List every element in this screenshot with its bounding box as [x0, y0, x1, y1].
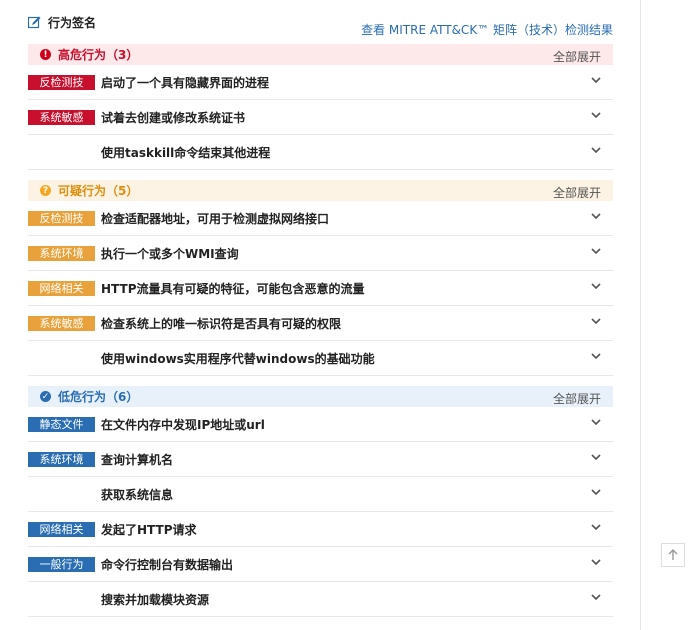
- chevron-down-icon[interactable]: [591, 77, 601, 84]
- category-tag: 反检测技: [28, 210, 95, 226]
- section-title: 高危行为（3）: [58, 48, 139, 62]
- behavior-text: 执行一个或多个WMI查询: [101, 246, 239, 261]
- right-divider: [640, 0, 641, 630]
- behavior-row[interactable]: 使用taskkill命令结束其他进程: [28, 135, 613, 170]
- high-risk-section: ! 高危行为（3） 全部展开 反检测技 启动了一个具有隐藏界面的进程 系统敏感 …: [28, 44, 613, 170]
- question-icon: ?: [40, 185, 51, 196]
- category-tag: 反检测技: [28, 74, 95, 90]
- behavior-text: 发起了HTTP请求: [101, 522, 197, 537]
- chevron-down-icon[interactable]: [591, 318, 601, 325]
- panel-header: 行为签名 查看 MITRE ATT&CK™ 矩阵（技术）检测结果: [28, 8, 613, 44]
- check-circle-icon: ✓: [40, 391, 51, 402]
- behavior-text: 搜索并加载模块资源: [101, 592, 210, 607]
- alert-icon: !: [40, 49, 51, 60]
- expand-all-button[interactable]: 全部展开: [553, 184, 601, 201]
- behavior-row[interactable]: 使用windows实用程序代替windows的基础功能: [28, 341, 613, 376]
- behavior-row[interactable]: 系统敏感 试着去创建或修改系统证书: [28, 100, 613, 135]
- chevron-down-icon[interactable]: [591, 248, 601, 255]
- chevron-down-icon[interactable]: [591, 353, 601, 360]
- mitre-attack-link[interactable]: 查看 MITRE ATT&CK™ 矩阵（技术）检测结果: [361, 21, 613, 38]
- back-to-top-button[interactable]: [661, 543, 685, 567]
- section-title: 低危行为（6）: [58, 390, 139, 404]
- behavior-row[interactable]: 系统环境 查询计算机名: [28, 442, 613, 477]
- behavior-row[interactable]: 获取系统信息: [28, 477, 613, 512]
- category-tag: 静态文件: [28, 416, 95, 432]
- category-tag: 系统敏感: [28, 315, 95, 331]
- behavior-text: 使用windows实用程序代替windows的基础功能: [101, 351, 375, 366]
- suspicious-header: ? 可疑行为（5） 全部展开: [28, 180, 613, 201]
- category-tag: 网络相关: [28, 521, 95, 537]
- category-tag: 一般行为: [28, 556, 95, 572]
- category-tag: 网络相关: [28, 280, 95, 296]
- chevron-down-icon[interactable]: [591, 524, 601, 531]
- edit-icon: [28, 16, 41, 29]
- behavior-text: 在文件内存中发现IP地址或url: [101, 417, 265, 432]
- behavior-text: 使用taskkill命令结束其他进程: [101, 145, 271, 160]
- chevron-down-icon[interactable]: [591, 112, 601, 119]
- low-risk-section: ✓ 低危行为（6） 全部展开 静态文件 在文件内存中发现IP地址或url 系统环…: [28, 386, 613, 617]
- panel-title-text: 行为签名: [48, 16, 97, 30]
- suspicious-section: ? 可疑行为（5） 全部展开 反检测技 检查适配器地址，可用于检测虚拟网络接口 …: [28, 180, 613, 376]
- behavior-text: 命令行控制台有数据输出: [101, 557, 234, 572]
- category-tag: 系统敏感: [28, 109, 95, 125]
- chevron-down-icon[interactable]: [591, 594, 601, 601]
- chevron-down-icon[interactable]: [591, 147, 601, 154]
- behavior-text: 检查系统上的唯一标识符是否具有可疑的权限: [101, 316, 342, 331]
- chevron-down-icon[interactable]: [591, 419, 601, 426]
- behavior-text: 查询计算机名: [101, 452, 174, 467]
- chevron-down-icon[interactable]: [591, 454, 601, 461]
- behavior-text: 启动了一个具有隐藏界面的进程: [101, 75, 270, 90]
- chevron-down-icon[interactable]: [591, 559, 601, 566]
- behavior-text: 检查适配器地址，可用于检测虚拟网络接口: [101, 211, 330, 226]
- behavior-row[interactable]: 搜索并加载模块资源: [28, 582, 613, 617]
- low-risk-header: ✓ 低危行为（6） 全部展开: [28, 386, 613, 407]
- behavior-row[interactable]: 网络相关 HTTP流量具有可疑的特征，可能包含恶意的流量: [28, 271, 613, 306]
- category-tag: 系统环境: [28, 451, 95, 467]
- behavior-text: 获取系统信息: [101, 487, 174, 502]
- chevron-down-icon[interactable]: [591, 489, 601, 496]
- expand-all-button[interactable]: 全部展开: [553, 48, 601, 65]
- behavior-row[interactable]: 一般行为 命令行控制台有数据输出: [28, 547, 613, 582]
- arrow-up-icon: [668, 549, 678, 560]
- chevron-down-icon[interactable]: [591, 213, 601, 220]
- behavior-row[interactable]: 反检测技 检查适配器地址，可用于检测虚拟网络接口: [28, 201, 613, 236]
- panel-title: 行为签名: [28, 14, 96, 31]
- behavior-row[interactable]: 系统敏感 检查系统上的唯一标识符是否具有可疑的权限: [28, 306, 613, 341]
- behavior-row[interactable]: 系统环境 执行一个或多个WMI查询: [28, 236, 613, 271]
- category-tag: 系统环境: [28, 245, 95, 261]
- behavior-row[interactable]: 反检测技 启动了一个具有隐藏界面的进程: [28, 65, 613, 100]
- high-risk-header: ! 高危行为（3） 全部展开: [28, 44, 613, 65]
- behavior-text: HTTP流量具有可疑的特征，可能包含恶意的流量: [101, 281, 365, 296]
- behavior-text: 试着去创建或修改系统证书: [101, 110, 246, 125]
- expand-all-button[interactable]: 全部展开: [553, 390, 601, 407]
- behavior-signature-panel: 行为签名 查看 MITRE ATT&CK™ 矩阵（技术）检测结果 ! 高危行为（…: [28, 8, 613, 627]
- chevron-down-icon[interactable]: [591, 283, 601, 290]
- section-title: 可疑行为（5）: [58, 184, 139, 198]
- behavior-row[interactable]: 网络相关 发起了HTTP请求: [28, 512, 613, 547]
- behavior-row[interactable]: 静态文件 在文件内存中发现IP地址或url: [28, 407, 613, 442]
